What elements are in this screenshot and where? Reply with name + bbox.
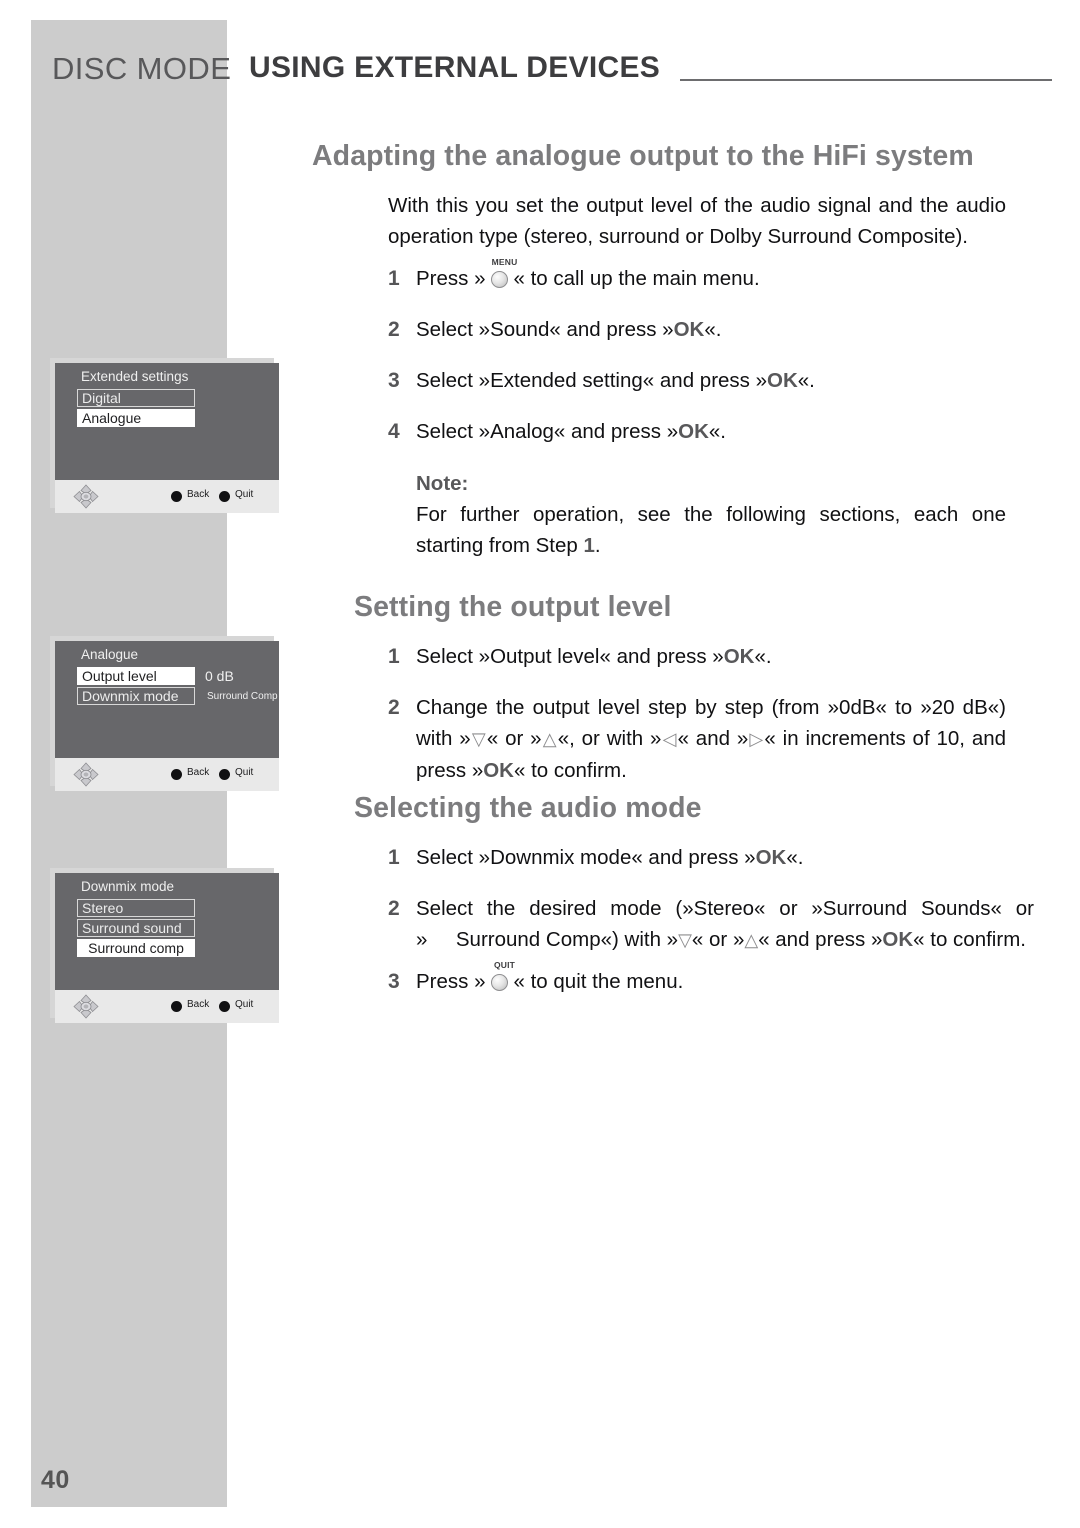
step-text: Press » MENU « to call up the main menu. xyxy=(416,258,1006,294)
osd-row-label: Surround comp xyxy=(88,940,184,956)
menu-key-label: MENU xyxy=(491,257,518,267)
osd-row-downmix-mode[interactable]: Downmix mode xyxy=(77,687,195,705)
step-number: 2 xyxy=(388,318,400,341)
osd-row-output-level[interactable]: Output level xyxy=(77,667,195,685)
osd-row-label: Digital xyxy=(82,390,121,406)
back-softkey-dot[interactable] xyxy=(171,1001,182,1012)
step-number: 1 xyxy=(388,267,400,290)
osd-row-surround-comp[interactable]: Surround comp xyxy=(77,939,195,957)
osd-row-analogue[interactable]: Analogue xyxy=(77,409,195,427)
osd-row-label: Surround sound xyxy=(82,920,182,936)
osd-row-surround-sound[interactable]: Surround sound xyxy=(77,919,195,937)
osd-row-stereo[interactable]: Stereo xyxy=(77,899,195,917)
osd-title: Downmix mode xyxy=(81,879,175,894)
header-rule xyxy=(680,79,1052,81)
step-text: Select »Output level« and press »OK«. xyxy=(416,645,772,668)
quit-softkey-label[interactable]: Quit xyxy=(235,767,253,778)
step-number: 3 xyxy=(388,970,400,993)
osd-screen-analogue: Analogue Output level 0 dB Downmix mode … xyxy=(55,641,279,791)
step-text: Select »Extended setting« and press »OK«… xyxy=(416,369,815,392)
osd-screen-extended-settings: Extended settings Digital Analogue Back xyxy=(55,363,279,513)
manual-page: DISC MODE USING EXTERNAL DEVICES Adaptin… xyxy=(0,0,1080,1528)
osd-title: Analogue xyxy=(81,647,139,662)
dpad-icon xyxy=(73,762,99,787)
osd-row-label: Output level xyxy=(82,668,157,684)
section-heading-setting-output-level: Setting the output level xyxy=(354,591,672,623)
note-text: For further operation, see the following… xyxy=(416,503,1006,557)
step-text: Select »Analog« and press »OK«. xyxy=(416,420,726,443)
step-text: Select the desired mode (»Stereo« or »Su… xyxy=(416,897,1034,951)
note-label: Note: xyxy=(416,472,469,495)
osd-body: Downmix mode Stereo Surround sound Surro… xyxy=(55,873,279,990)
step-text: Change the output level step by step (fr… xyxy=(416,696,1007,782)
osd-title: Extended settings xyxy=(81,369,189,384)
section-heading-adapting-analogue-output: Adapting the analogue output to the HiFi… xyxy=(312,140,974,172)
step-text: Press » QUIT « to quit the menu. xyxy=(416,961,1006,997)
back-softkey-dot[interactable] xyxy=(171,769,182,780)
menu-key-icon[interactable]: MENU xyxy=(486,258,517,289)
page-number: 40 xyxy=(41,1466,70,1494)
back-softkey-label[interactable]: Back xyxy=(187,767,209,778)
back-softkey-dot[interactable] xyxy=(171,491,182,502)
step-text-after-key: « to call up the main menu. xyxy=(513,267,760,290)
osd-row-label: Downmix mode xyxy=(82,688,179,704)
quit-softkey-label[interactable]: Quit xyxy=(235,489,253,500)
page-header: DISC MODE USING EXTERNAL DEVICES xyxy=(52,51,1052,93)
osd-footer-bar: Back Quit xyxy=(55,758,279,791)
header-mode-label: DISC MODE xyxy=(52,51,232,86)
key-cap xyxy=(490,271,508,288)
page-title: USING EXTERNAL DEVICES xyxy=(249,51,661,84)
osd-body: Extended settings Digital Analogue xyxy=(55,363,279,480)
osd-screen-downmix-mode: Downmix mode Stereo Surround sound Surro… xyxy=(55,873,279,1023)
quit-softkey-dot[interactable] xyxy=(219,1001,230,1012)
osd-value-output-level: 0 dB xyxy=(205,668,234,684)
back-softkey-label[interactable]: Back xyxy=(187,489,209,500)
osd-footer-bar: Back Quit xyxy=(55,480,279,513)
step-text-before-key: Press » xyxy=(416,267,486,290)
note-block: Note: For further operation, see the fol… xyxy=(416,468,1006,561)
step-number: 4 xyxy=(388,420,400,443)
step-number: 1 xyxy=(388,846,400,869)
quit-key-label: QUIT xyxy=(493,960,516,970)
back-softkey-label[interactable]: Back xyxy=(187,999,209,1010)
osd-body: Analogue Output level 0 dB Downmix mode … xyxy=(55,641,279,758)
dpad-icon xyxy=(73,994,99,1019)
quit-softkey-label[interactable]: Quit xyxy=(235,999,253,1010)
step-text: Select »Sound« and press »OK«. xyxy=(416,318,722,341)
step-text-after-key: « to quit the menu. xyxy=(513,970,684,993)
step-number: 1 xyxy=(388,645,400,668)
osd-row-digital[interactable]: Digital xyxy=(77,389,195,407)
osd-row-label: Analogue xyxy=(82,410,142,426)
key-cap xyxy=(490,974,508,991)
step-text: Select »Downmix mode« and press »OK«. xyxy=(416,846,804,869)
quit-softkey-dot[interactable] xyxy=(219,769,230,780)
step-text-before-key: Press » xyxy=(416,970,486,993)
quit-key-icon[interactable]: QUIT xyxy=(486,961,515,992)
quit-softkey-dot[interactable] xyxy=(219,491,230,502)
osd-value-downmix-mode: Surround Comp xyxy=(207,691,278,702)
osd-footer-bar: Back Quit xyxy=(55,990,279,1023)
section-heading-selecting-audio-mode: Selecting the audio mode xyxy=(354,792,702,824)
dpad-icon xyxy=(73,484,99,509)
step-number: 2 xyxy=(388,696,400,719)
osd-row-label: Stereo xyxy=(82,900,124,916)
section-intro-paragraph: With this you set the output level of th… xyxy=(388,194,1006,248)
step-number: 2 xyxy=(388,897,400,920)
step-number: 3 xyxy=(388,369,400,392)
